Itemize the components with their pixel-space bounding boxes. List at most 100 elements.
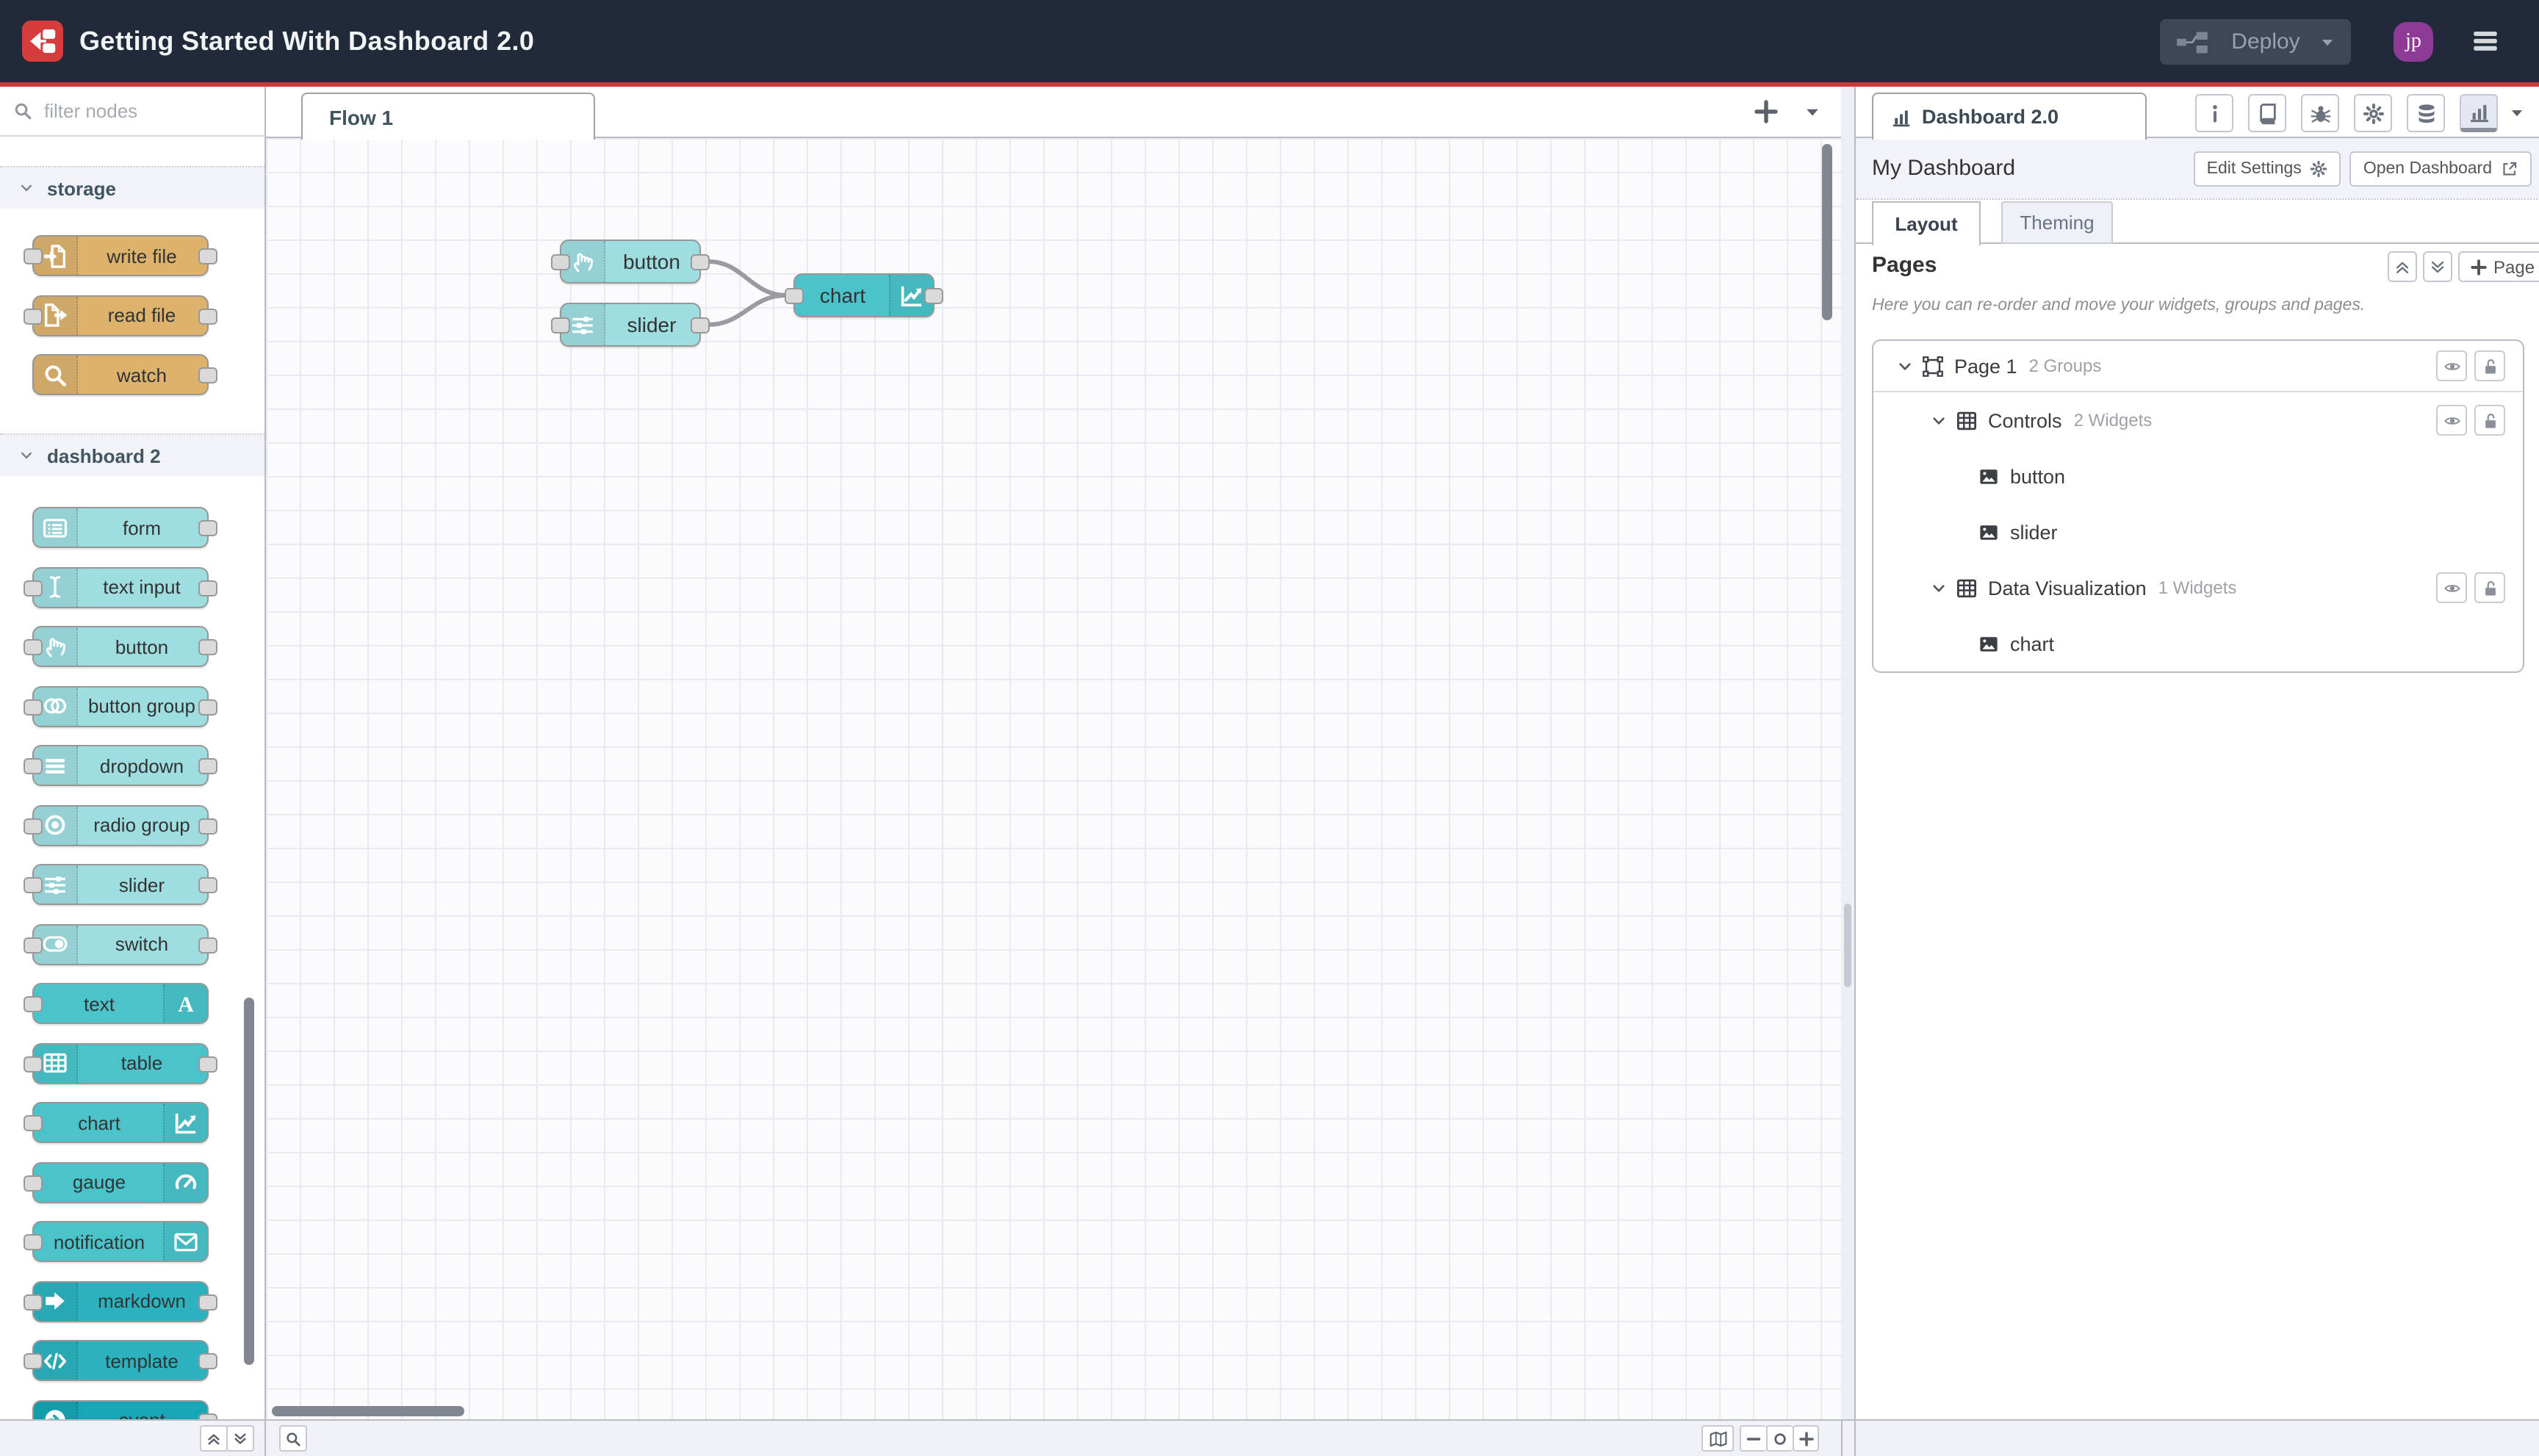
input-port[interactable] — [24, 1353, 43, 1369]
tab-dashboard-2[interactable]: Dashboard 2.0 — [1872, 93, 2147, 140]
palette-scrollbar[interactable] — [244, 998, 254, 1365]
palette-node-markdown[interactable]: markdown — [24, 1280, 217, 1322]
palette-node-write-file[interactable]: write file — [24, 235, 217, 276]
splitter-grip[interactable] — [1844, 904, 1851, 987]
canvas-node-slider[interactable]: slider — [551, 303, 710, 347]
tree-row-data-visualization[interactable]: Data Visualization 1 Widgets — [1873, 560, 2523, 616]
visibility-button[interactable] — [2436, 350, 2467, 381]
open-dashboard-button[interactable]: Open Dashboard — [2349, 151, 2532, 186]
input-port[interactable] — [24, 639, 43, 655]
zoom-out-button[interactable] — [1740, 1425, 1766, 1452]
palette-node-template[interactable]: template — [24, 1340, 217, 1381]
palette-node-switch[interactable]: switch — [24, 923, 217, 965]
output-port[interactable] — [198, 758, 217, 774]
deploy-caret-icon[interactable] — [2319, 33, 2336, 51]
output-port[interactable] — [198, 877, 217, 893]
add-flow-icon[interactable] — [1753, 98, 1779, 125]
output-port[interactable] — [691, 254, 710, 270]
input-port[interactable] — [24, 580, 43, 596]
sidebar-toolbar-book-button[interactable] — [2248, 94, 2286, 132]
visibility-button[interactable] — [2436, 572, 2467, 603]
palette-node-slider[interactable]: slider — [24, 864, 217, 905]
palette-node-text[interactable]: Atext — [24, 983, 209, 1024]
filter-nodes-input[interactable] — [41, 98, 251, 123]
palette-node-button-group[interactable]: button group — [24, 685, 217, 727]
output-port[interactable] — [198, 1353, 217, 1369]
output-port[interactable] — [691, 317, 710, 334]
canvas-node-chart[interactable]: chart — [785, 273, 943, 317]
input-port[interactable] — [24, 996, 43, 1012]
canvas-node-button[interactable]: button — [551, 239, 710, 284]
output-port[interactable] — [198, 699, 217, 715]
tree-row-button[interactable]: button — [1873, 448, 2523, 504]
sidebar-toolbar-info-button[interactable] — [2195, 94, 2233, 132]
sidebar-toolbar-gear-button[interactable] — [2354, 94, 2392, 132]
deploy-button[interactable]: Deploy — [2160, 19, 2351, 65]
sidebar-tabs-caret-icon[interactable] — [2508, 104, 2526, 122]
input-port[interactable] — [551, 317, 570, 334]
output-port[interactable] — [198, 937, 217, 953]
sidebar-toolbar-bug-button[interactable] — [2301, 94, 2339, 132]
main-menu-icon[interactable] — [2468, 28, 2502, 54]
input-port[interactable] — [24, 1175, 43, 1191]
palette-node-form[interactable]: form — [32, 507, 217, 548]
palette-node-notification[interactable]: notification — [24, 1221, 209, 1262]
input-port[interactable] — [24, 877, 43, 893]
output-port[interactable] — [198, 1056, 217, 1072]
input-port[interactable] — [24, 937, 43, 953]
palette-node-radio-group[interactable]: radio group — [24, 804, 217, 846]
canvas-horizontal-scrollbar[interactable] — [272, 1406, 464, 1416]
navigator-toggle-button[interactable] — [1701, 1425, 1734, 1452]
lock-button[interactable] — [2474, 350, 2505, 381]
palette-expand-all-button[interactable] — [226, 1425, 254, 1452]
move-up-button[interactable] — [2388, 251, 2417, 282]
tree-row-page-1[interactable]: Page 1 2 Groups — [1873, 341, 2523, 392]
output-port[interactable] — [198, 580, 217, 596]
tree-row-chart[interactable]: chart — [1873, 616, 2523, 671]
input-port[interactable] — [24, 758, 43, 774]
sidebar-splitter[interactable] — [1841, 87, 1854, 1419]
move-down-button[interactable] — [2423, 251, 2452, 282]
zoom-reset-button[interactable] — [1766, 1425, 1793, 1452]
flow-list-caret-icon[interactable] — [1803, 103, 1822, 122]
input-port[interactable] — [24, 248, 43, 264]
input-port[interactable] — [24, 308, 43, 324]
input-port[interactable] — [24, 1294, 43, 1310]
output-port[interactable] — [198, 639, 217, 655]
output-port[interactable] — [198, 367, 217, 383]
sidebar-toolbar-bar-chart-button[interactable] — [2460, 94, 2498, 132]
output-port[interactable] — [198, 520, 217, 536]
palette-node-table[interactable]: table — [24, 1042, 217, 1084]
palette-collapse-all-button[interactable] — [200, 1425, 228, 1452]
palette-category-dashboard-2[interactable]: dashboard 2 — [0, 433, 264, 476]
input-port[interactable] — [24, 818, 43, 834]
palette-node-read-file[interactable]: read file — [24, 295, 217, 336]
palette-node-watch[interactable]: watch — [32, 354, 217, 395]
lock-button[interactable] — [2474, 572, 2505, 603]
palette-node-dropdown[interactable]: dropdown — [24, 745, 217, 786]
palette-node-text-input[interactable]: text input — [24, 566, 217, 608]
input-port[interactable] — [24, 699, 43, 715]
output-port[interactable] — [198, 308, 217, 324]
palette-node-button[interactable]: button — [24, 626, 217, 667]
tab-flow-1[interactable]: Flow 1 — [301, 93, 595, 140]
tab-layout[interactable]: Layout — [1872, 201, 1981, 245]
output-port[interactable] — [198, 1413, 217, 1419]
wire-slider-to-chart[interactable] — [707, 293, 787, 327]
canvas-search-button[interactable] — [279, 1425, 307, 1452]
add-page-button[interactable]: Page — [2458, 251, 2539, 282]
input-port[interactable] — [24, 1234, 43, 1250]
input-port[interactable] — [24, 1056, 43, 1072]
zoom-in-button[interactable] — [1793, 1425, 1819, 1452]
output-port[interactable] — [924, 288, 943, 304]
output-port[interactable] — [198, 818, 217, 834]
input-port[interactable] — [551, 254, 570, 270]
output-port[interactable] — [198, 248, 217, 264]
sidebar-toolbar-database-button[interactable] — [2407, 94, 2445, 132]
tab-theming[interactable]: Theming — [2001, 201, 2113, 244]
lock-button[interactable] — [2474, 405, 2505, 436]
tree-row-slider[interactable]: slider — [1873, 504, 2523, 560]
tree-row-controls[interactable]: Controls 2 Widgets — [1873, 392, 2523, 448]
input-port[interactable] — [24, 1115, 43, 1131]
palette-node-chart[interactable]: chart — [24, 1102, 209, 1143]
